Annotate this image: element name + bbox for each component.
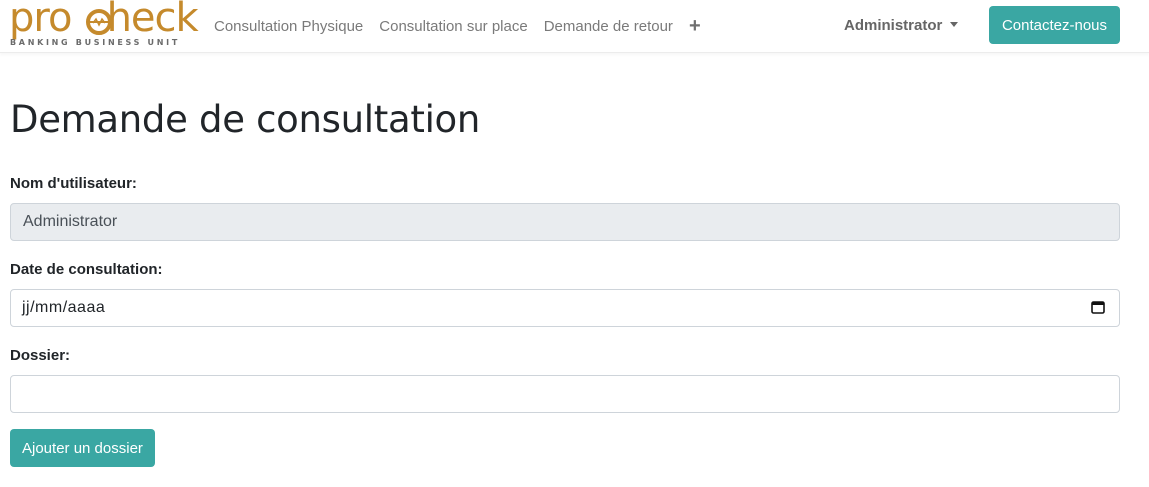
nav-consultation-physique[interactable]: Consultation Physique (214, 18, 363, 35)
date-group: Date de consultation: jj/mm/aaaa (10, 261, 1120, 327)
date-label: Date de consultation: (10, 261, 163, 278)
brand-tagline: BANKING BUSINESS UNIT (10, 38, 180, 47)
folder-input[interactable] (10, 375, 1120, 413)
check-coin-icon (86, 9, 112, 35)
add-folder-button[interactable]: Ajouter un dossier (10, 429, 155, 467)
folder-label: Dossier: (10, 347, 71, 364)
main-content: Demande de consultation Nom d'utilisateu… (10, 98, 1120, 467)
nav-links: Consultation Physique Consultation sur p… (214, 0, 701, 52)
contact-button[interactable]: Contactez-nous (989, 6, 1120, 44)
nav-demande-de-retour[interactable]: Demande de retour (544, 18, 673, 35)
date-input[interactable] (10, 289, 1120, 327)
username-input (10, 203, 1120, 241)
date-input-wrapper: jj/mm/aaaa (10, 289, 1120, 327)
folder-group: Dossier: (10, 347, 1120, 413)
user-menu-label: Administrator (844, 17, 943, 34)
plus-icon[interactable]: + (689, 15, 701, 38)
calendar-icon[interactable] (1091, 300, 1105, 314)
brand-logo[interactable]: pro heck BANKING BUSINESS UNIT (9, 0, 199, 48)
date-placeholder: jj/mm/aaaa (22, 299, 106, 316)
caret-down-icon (950, 22, 959, 27)
username-label: Nom d'utilisateur: (10, 175, 137, 192)
user-menu-dropdown[interactable]: Administrator (844, 17, 959, 34)
nav-consultation-sur-place[interactable]: Consultation sur place (379, 18, 527, 35)
top-navbar: pro heck BANKING BUSINESS UNIT Consultat… (0, 0, 1149, 53)
page-title: Demande de consultation (10, 98, 481, 141)
username-group: Nom d'utilisateur: (10, 175, 1120, 241)
